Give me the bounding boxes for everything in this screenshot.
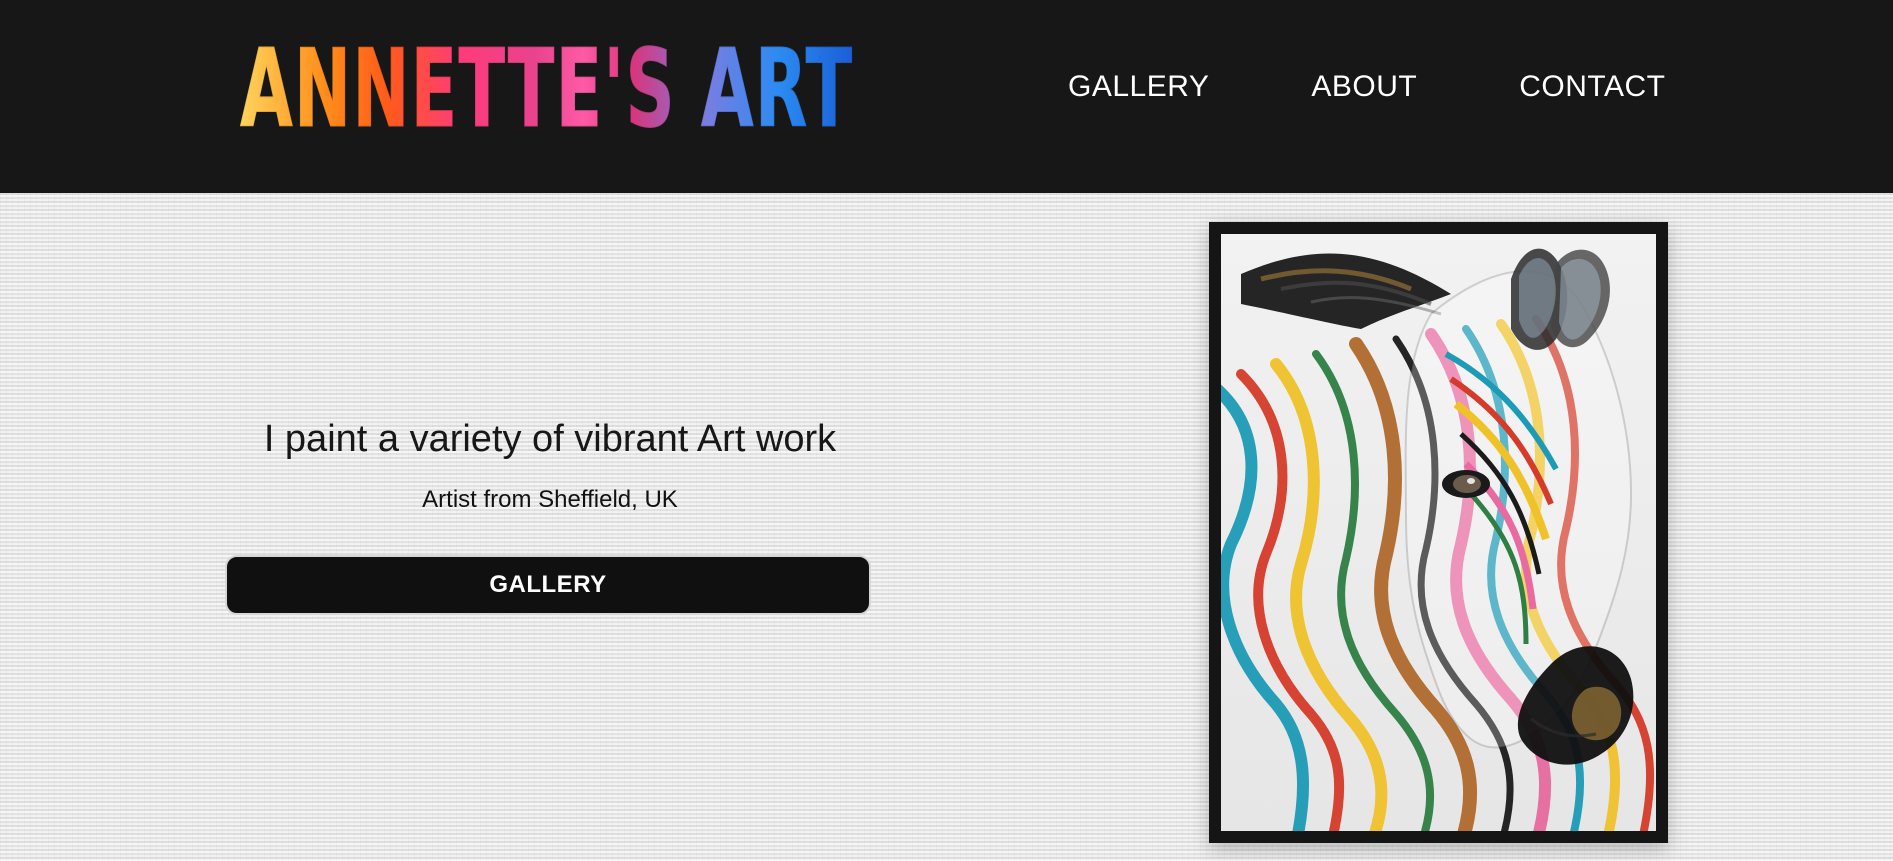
logo-text: ANNETTE'S ART [240,26,854,152]
gallery-button[interactable]: GALLERY [225,555,871,615]
nav-gallery[interactable]: GALLERY [1068,70,1209,104]
zebra-head [1404,248,1634,765]
nav-about[interactable]: ABOUT [1311,70,1417,104]
primary-nav: GALLERY ABOUT CONTACT [1068,70,1665,104]
zebra-painting [1221,234,1656,831]
nav-contact[interactable]: CONTACT [1519,70,1665,104]
hero-subheadline: Artist from Sheffield, UK [422,486,678,513]
site-logo[interactable]: ANNETTE'S ART [240,35,853,144]
featured-painting[interactable] [1209,222,1668,843]
top-bar: ANNETTE'S ART GALLERY ABOUT CONTACT [0,0,1893,193]
hero-headline: I paint a variety of vibrant Art work [263,418,837,460]
